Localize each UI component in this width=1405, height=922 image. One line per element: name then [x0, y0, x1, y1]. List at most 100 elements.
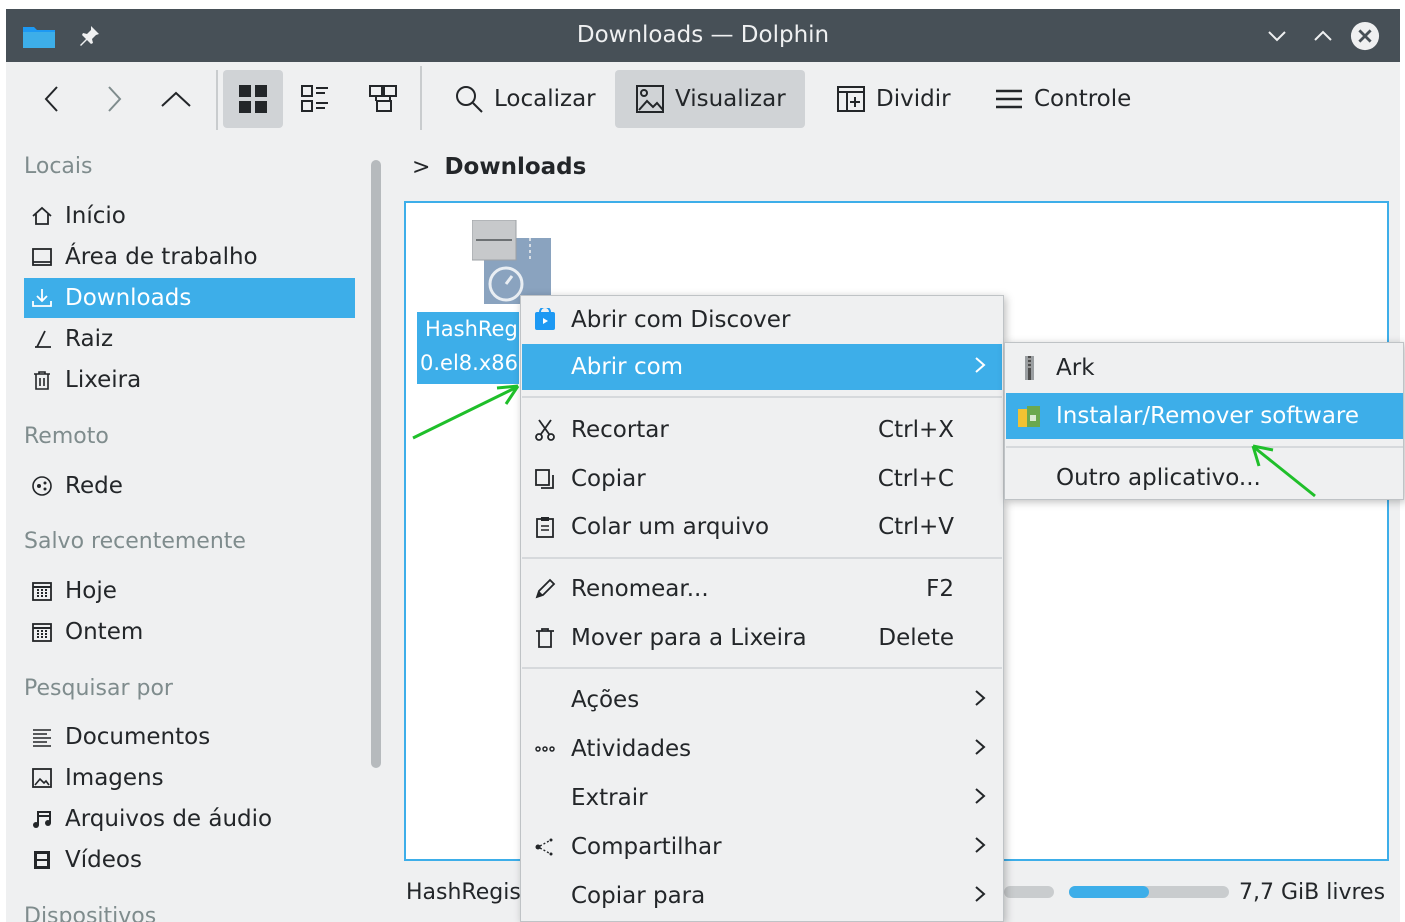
- file-item-label[interactable]: HashReg 0.el8.x86: [417, 312, 519, 384]
- preview-label: Visualizar: [675, 86, 786, 112]
- section-remote: Remoto: [24, 424, 109, 449]
- menu-item-label: Outro aplicativo...: [1056, 465, 1261, 491]
- menu-item-move-to-trash[interactable]: Mover para a Lixeira Delete: [522, 615, 1002, 661]
- control-menu-button[interactable]: Controle: [986, 70, 1139, 128]
- documents-icon: [29, 724, 55, 750]
- menu-item-label: Ark: [1056, 355, 1095, 381]
- zoom-slider[interactable]: [1004, 886, 1054, 898]
- menu-item-copy[interactable]: Copiar Ctrl+C: [522, 456, 1002, 502]
- sidebar-item-images[interactable]: Imagens: [24, 758, 355, 798]
- up-button[interactable]: [156, 70, 196, 128]
- split-button[interactable]: Dividir: [828, 70, 959, 128]
- annotation-arrow-file: [412, 384, 520, 440]
- icons-view-button[interactable]: [223, 70, 283, 128]
- sidebar-item-network[interactable]: Rede: [24, 466, 355, 506]
- sidebar-item-yesterday[interactable]: Ontem: [24, 612, 355, 652]
- menu-item-paste[interactable]: Colar um arquivo Ctrl+V: [522, 504, 1002, 550]
- places-panel: Locais Início Área de trabalho Downloads…: [6, 140, 389, 922]
- menu-item-label: Recortar: [571, 417, 669, 443]
- menu-item-cut[interactable]: Recortar Ctrl+X: [522, 407, 1002, 453]
- sidebar-item-trash[interactable]: Lixeira: [24, 360, 355, 400]
- menu-separator: [522, 557, 1002, 559]
- chevron-right-icon: [974, 834, 986, 860]
- file-name-line1: HashReg: [425, 317, 518, 341]
- sidebar-item-documents[interactable]: Documentos: [24, 717, 355, 757]
- close-button[interactable]: [1350, 21, 1380, 51]
- sidebar-item-audio[interactable]: Arquivos de áudio: [24, 799, 355, 839]
- sidebar-item-videos[interactable]: Vídeos: [24, 840, 355, 880]
- breadcrumb-current[interactable]: Downloads: [444, 154, 586, 180]
- sidebar-item-home[interactable]: Início: [24, 196, 355, 236]
- details-view-button[interactable]: [358, 70, 408, 128]
- chevron-up-icon: [161, 91, 191, 107]
- menu-item-share[interactable]: Compartilhar: [522, 824, 1002, 870]
- forward-button[interactable]: [94, 70, 134, 128]
- downloads-icon: [29, 285, 55, 311]
- menu-item-shortcut: Delete: [878, 625, 954, 651]
- sidebar-item-desktop[interactable]: Área de trabalho: [24, 237, 355, 277]
- calendar-icon: [29, 578, 55, 604]
- chevron-right-icon: [974, 687, 986, 713]
- chevron-right-icon: [974, 736, 986, 762]
- sidebar-item-label: Lixeira: [65, 367, 142, 393]
- sidebar-scrollbar[interactable]: [371, 160, 381, 768]
- maximize-button[interactable]: [1308, 21, 1338, 51]
- find-button[interactable]: Localizar: [446, 70, 604, 128]
- menu-item-activities[interactable]: Atividades: [522, 726, 1002, 772]
- context-menu: Abrir com Discover Abrir com Recortar Ct…: [520, 295, 1004, 922]
- share-icon: [532, 834, 558, 860]
- submenu-item-ark[interactable]: Ark: [1006, 345, 1403, 391]
- discover-icon: [532, 307, 558, 333]
- compact-view-button[interactable]: [290, 70, 340, 128]
- file-item-icon[interactable]: [471, 219, 552, 306]
- find-label: Localizar: [494, 86, 596, 112]
- sidebar-item-label: Imagens: [65, 765, 164, 791]
- breadcrumb-separator[interactable]: >: [412, 155, 430, 180]
- icons-view-icon: [239, 85, 267, 113]
- chevron-down-icon: [1268, 31, 1286, 42]
- menu-item-actions[interactable]: Ações: [522, 677, 1002, 723]
- ark-icon: [1016, 355, 1042, 381]
- chevron-right-icon: [974, 354, 986, 380]
- root-icon: [29, 326, 55, 352]
- compact-view-icon: [301, 85, 328, 112]
- section-search: Pesquisar por: [24, 676, 173, 701]
- submenu-item-other-app[interactable]: Outro aplicativo...: [1006, 455, 1403, 499]
- sidebar-item-downloads[interactable]: Downloads: [24, 278, 355, 318]
- menu-item-open-with[interactable]: Abrir com: [522, 344, 1002, 390]
- menu-item-shortcut: Ctrl+X: [878, 417, 954, 443]
- menu-item-extract[interactable]: Extrair: [522, 775, 1002, 821]
- menu-item-copy-to[interactable]: Copiar para: [522, 873, 1002, 919]
- menu-item-label: Instalar/Remover software: [1056, 403, 1360, 429]
- trash-icon: [29, 367, 55, 393]
- home-icon: [29, 203, 55, 229]
- video-icon: [29, 847, 55, 873]
- window-title: Downloads — Dolphin: [576, 22, 830, 48]
- copy-icon: [532, 466, 558, 492]
- images-icon: [29, 765, 55, 791]
- scissors-icon: [532, 417, 558, 443]
- free-space-text: 7,7 GiB livres: [1239, 880, 1386, 905]
- submenu-item-install-remove[interactable]: Instalar/Remover software: [1006, 393, 1403, 439]
- menu-item-rename[interactable]: Renomear... F2: [522, 566, 1002, 612]
- sidebar-item-root[interactable]: Raiz: [24, 319, 355, 359]
- details-view-icon: [369, 85, 397, 112]
- sidebar-item-label: Ontem: [65, 619, 144, 645]
- free-space-fill: [1069, 886, 1149, 898]
- menu-item-label: Extrair: [571, 785, 648, 811]
- sidebar-item-label: Raiz: [65, 326, 114, 352]
- menu-separator: [522, 667, 1002, 669]
- menu-item-label: Abrir com Discover: [571, 307, 791, 333]
- menu-item-open-discover[interactable]: Abrir com Discover: [522, 297, 1002, 343]
- sidebar-item-today[interactable]: Hoje: [24, 571, 355, 611]
- section-places: Locais: [24, 154, 93, 179]
- sidebar-item-label: Rede: [65, 473, 123, 499]
- search-icon: [456, 86, 483, 113]
- minimize-button[interactable]: [1262, 21, 1292, 51]
- sidebar-item-label: Início: [65, 203, 126, 229]
- package-icon: [1016, 403, 1042, 429]
- preview-button[interactable]: Visualizar: [615, 70, 805, 128]
- hamburger-menu-icon: [996, 89, 1022, 109]
- back-button[interactable]: [32, 70, 72, 128]
- sidebar-item-label: Hoje: [65, 578, 117, 604]
